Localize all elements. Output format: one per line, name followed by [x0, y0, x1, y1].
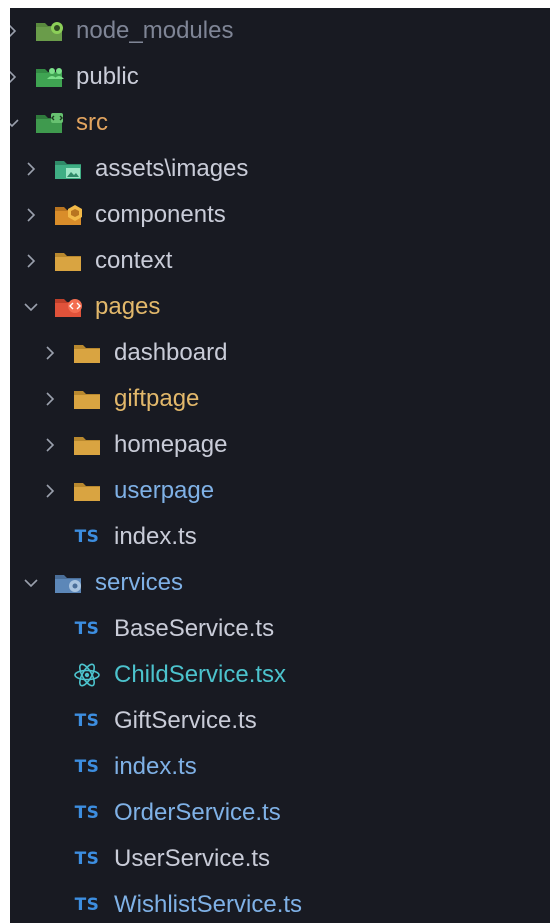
node-modules-folder-icon — [34, 18, 64, 44]
public-folder-icon — [34, 64, 64, 90]
tree-item-label: ChildService.tsx — [114, 661, 287, 688]
chevron-placeholder — [42, 759, 58, 775]
tree-item-label: services — [95, 569, 184, 596]
tree-file-row[interactable]: TS index.ts — [42, 514, 197, 560]
tree-folder-row[interactable]: context — [23, 238, 172, 284]
tree-item-label: WishlistService.ts — [114, 891, 303, 918]
tree-item-label: index.ts — [114, 523, 197, 550]
tree-folder-row[interactable]: pages — [23, 284, 160, 330]
chevron-right-icon[interactable] — [42, 437, 58, 453]
folder-icon — [72, 478, 102, 504]
chevron-placeholder — [42, 713, 58, 729]
services-folder-icon — [53, 570, 83, 596]
tree-folder-row[interactable]: homepage — [42, 422, 227, 468]
tree-item-label: homepage — [114, 431, 228, 458]
folder-icon — [72, 340, 102, 366]
chevron-placeholder — [42, 851, 58, 867]
typescript-badge: TS — [74, 527, 100, 547]
tree-item-label: OrderService.ts — [114, 799, 281, 826]
chevron-right-icon[interactable] — [23, 253, 39, 269]
tree-folder-row[interactable]: assets\images — [23, 146, 248, 192]
typescript-icon: TS — [72, 846, 102, 872]
chevron-placeholder — [42, 667, 58, 683]
chevron-right-icon[interactable] — [42, 345, 58, 361]
tree-folder-row[interactable]: services — [23, 560, 183, 606]
typescript-icon: TS — [72, 892, 102, 918]
chevron-right-icon[interactable] — [42, 483, 58, 499]
tree-item-label: components — [95, 201, 226, 228]
tree-item-label: assets\images — [95, 155, 249, 182]
images-folder-icon — [53, 156, 83, 182]
typescript-badge: TS — [74, 757, 100, 777]
tree-item-label: UserService.ts — [114, 845, 271, 872]
typescript-badge: TS — [74, 849, 100, 869]
typescript-badge: TS — [74, 803, 100, 823]
folder-icon — [72, 386, 102, 412]
chevron-placeholder — [42, 897, 58, 913]
tree-folder-row[interactable]: src — [10, 100, 108, 146]
typescript-icon: TS — [72, 616, 102, 642]
tree-file-row[interactable]: TS WishlistService.ts — [42, 882, 302, 923]
tree-file-row[interactable]: TS OrderService.ts — [42, 790, 281, 836]
components-folder-icon — [53, 202, 83, 228]
tree-item-label: dashboard — [114, 339, 228, 366]
typescript-icon: TS — [72, 754, 102, 780]
chevron-placeholder — [42, 621, 58, 637]
chevron-placeholder — [42, 529, 58, 545]
tree-item-label: src — [76, 109, 108, 136]
chevron-right-icon[interactable] — [23, 207, 39, 223]
chevron-right-icon[interactable] — [10, 23, 20, 39]
tree-folder-row[interactable]: components — [23, 192, 226, 238]
chevron-right-icon[interactable] — [42, 391, 58, 407]
typescript-icon: TS — [72, 800, 102, 826]
tree-item-label: BaseService.ts — [114, 615, 275, 642]
tree-file-row[interactable]: ChildService.tsx — [42, 652, 286, 698]
tree-item-label: context — [95, 247, 173, 274]
react-icon — [72, 662, 102, 688]
tree-folder-row[interactable]: userpage — [42, 468, 214, 514]
folder-icon — [53, 248, 83, 274]
chevron-down-icon[interactable] — [23, 575, 39, 591]
tree-item-label: userpage — [114, 477, 215, 504]
tree-file-row[interactable]: TS UserService.ts — [42, 836, 270, 882]
chevron-right-icon[interactable] — [23, 161, 39, 177]
typescript-badge: TS — [74, 619, 100, 639]
chevron-down-icon[interactable] — [23, 299, 39, 315]
tree-item-label: public — [76, 63, 139, 90]
tree-item-label: giftpage — [114, 385, 200, 412]
chevron-right-icon[interactable] — [10, 69, 20, 85]
typescript-badge: TS — [74, 895, 100, 915]
chevron-down-icon[interactable] — [10, 115, 20, 131]
tree-folder-row[interactable]: dashboard — [42, 330, 227, 376]
tree-file-row[interactable]: TS index.ts — [42, 744, 197, 790]
tree-folder-row[interactable]: node_modules — [10, 8, 233, 54]
pages-folder-icon — [53, 294, 83, 320]
tree-file-row[interactable]: TS BaseService.ts — [42, 606, 275, 652]
file-explorer: node_modulespublic src assets\images compon… — [10, 8, 550, 923]
tree-folder-row[interactable]: public — [10, 54, 139, 100]
typescript-icon: TS — [72, 708, 102, 734]
chevron-placeholder — [42, 805, 58, 821]
typescript-icon: TS — [72, 524, 102, 550]
tree-item-label: index.ts — [114, 753, 197, 780]
tree-item-label: node_modules — [76, 17, 234, 44]
tree-item-label: GiftService.ts — [114, 707, 257, 734]
folder-icon — [72, 432, 102, 458]
tree-item-label: pages — [95, 293, 161, 320]
typescript-badge: TS — [74, 711, 100, 731]
src-folder-icon — [34, 110, 64, 136]
tree-file-row[interactable]: TS GiftService.ts — [42, 698, 257, 744]
tree-folder-row[interactable]: giftpage — [42, 376, 199, 422]
